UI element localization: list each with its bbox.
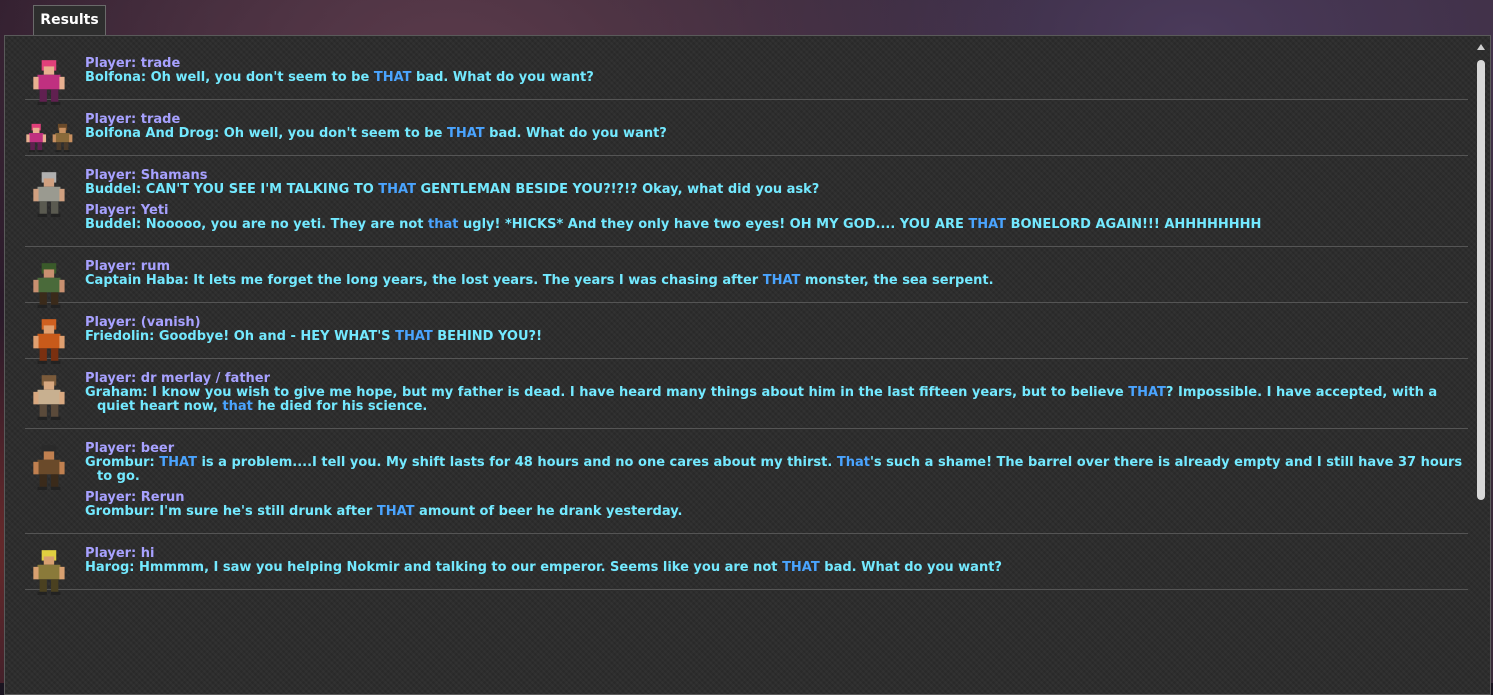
buddel-sprite-icon bbox=[33, 172, 65, 217]
response-text: Buddel: Nooooo, you are no yeti. They ar… bbox=[85, 217, 429, 232]
npc-avatar bbox=[25, 315, 75, 365]
response-text: Harog: Hmmmm, I saw you helping Nokmir a… bbox=[85, 560, 783, 575]
npc-avatar bbox=[25, 259, 75, 309]
result-entry: Player: (vanish) Friedolin: Goodbye! Oh a… bbox=[25, 303, 1468, 364]
response-text: ugly! *HICKS* And they only have two eye… bbox=[458, 217, 969, 232]
grombur-sprite-icon bbox=[33, 445, 65, 490]
highlighted-term: THAT bbox=[378, 182, 416, 197]
dialogue-block: Player: Rerun Grombur: I'm sure he's stil… bbox=[85, 490, 1468, 519]
result-entry: Player: dr merlay / father Graham: I know… bbox=[25, 359, 1468, 429]
result-entry: Player: trade Bolfona: Oh well, you don't… bbox=[25, 44, 1468, 105]
bolfona-sprite-icon bbox=[33, 60, 65, 105]
bolfona-sprite-icon bbox=[26, 123, 47, 153]
npc-response: Captain Haba: It lets me forget the long… bbox=[85, 274, 1468, 288]
player-keyword: Player: Yeti bbox=[85, 203, 169, 218]
player-keyword: Player: trade bbox=[85, 56, 181, 71]
response-text: is a problem....I tell you. My shift las… bbox=[196, 455, 837, 470]
dialogue-block: Player: dr merlay / father Graham: I know… bbox=[85, 371, 1468, 414]
haba-sprite-icon bbox=[33, 263, 65, 308]
highlighted-term: THAT bbox=[159, 455, 197, 470]
npc-response: Bolfona And Drog: Oh well, you don't see… bbox=[85, 127, 1468, 141]
npc-response: Buddel: Nooooo, you are no yeti. They ar… bbox=[85, 218, 1468, 232]
npc-response: Harog: Hmmmm, I saw you helping Nokmir a… bbox=[85, 561, 1468, 575]
player-keyword: Player: dr merlay / father bbox=[85, 371, 271, 386]
scrollbar-thumb[interactable] bbox=[1477, 60, 1485, 500]
player-keyword: Player: rum bbox=[85, 259, 170, 274]
npc-avatar bbox=[25, 546, 75, 596]
player-keyword: Player: beer bbox=[85, 441, 175, 456]
highlighted-term: THAT bbox=[446, 126, 485, 141]
npc-response: Graham: I know you wish to give me hope,… bbox=[85, 386, 1468, 414]
result-entry: Player: trade Bolfona And Drog: Oh well, … bbox=[25, 100, 1468, 156]
response-text: Grombur: bbox=[85, 455, 160, 470]
response-text: amount of beer he drank yesterday. bbox=[414, 504, 683, 519]
dialogue-block: Player: beer Grombur: THAT is a problem..… bbox=[85, 441, 1468, 484]
dialogue-block: Player: Yeti Buddel: Nooooo, you are no y… bbox=[85, 203, 1468, 232]
response-text: bad. What do you want? bbox=[819, 560, 1002, 575]
result-entry: Player: Shamans Buddel: CAN'T YOU SEE I'M… bbox=[25, 156, 1468, 247]
highlighted-term: THAT bbox=[968, 217, 1007, 232]
highlighted-term: That bbox=[836, 455, 870, 470]
response-text: GENTLEMAN BESIDE YOU?!?!? Okay, what did… bbox=[415, 182, 820, 197]
response-text: he died for his science. bbox=[252, 399, 428, 414]
response-text: bad. What do you want? bbox=[411, 70, 594, 85]
results-panel: Player: trade Bolfona: Oh well, you don't… bbox=[4, 35, 1491, 695]
response-text: Buddel: CAN'T YOU SEE I'M TALKING TO bbox=[85, 182, 379, 197]
response-text: Captain Haba: It lets me forget the long… bbox=[85, 273, 763, 288]
response-text: Graham: I know you wish to give me hope,… bbox=[85, 385, 1129, 400]
drog-sprite-icon bbox=[52, 123, 73, 153]
dialogue-block: Player: Shamans Buddel: CAN'T YOU SEE I'M… bbox=[85, 168, 1468, 197]
player-keyword: Player: hi bbox=[85, 546, 155, 561]
scrollbar[interactable] bbox=[1477, 44, 1485, 694]
npc-response: Buddel: CAN'T YOU SEE I'M TALKING TO THA… bbox=[85, 183, 1468, 197]
scroll-up-arrow-icon[interactable] bbox=[1477, 44, 1485, 50]
npc-avatar bbox=[25, 112, 75, 162]
result-entry: Player: hi Harog: Hmmmm, I saw you helpin… bbox=[25, 534, 1468, 595]
result-entry: Player: beer Grombur: THAT is a problem..… bbox=[25, 429, 1468, 534]
response-text: BEHIND YOU?! bbox=[432, 329, 543, 344]
response-text: monster, the sea serpent. bbox=[800, 273, 994, 288]
npc-response: Grombur: THAT is a problem....I tell you… bbox=[85, 456, 1468, 484]
response-text: BONELORD AGAIN!!! AHHHHHHHH bbox=[1006, 217, 1262, 232]
player-keyword: Player: trade bbox=[85, 112, 181, 127]
graham-sprite-icon bbox=[33, 375, 65, 420]
player-keyword: Player: (vanish) bbox=[85, 315, 201, 330]
result-entry: Player: rum Captain Haba: It lets me forg… bbox=[25, 247, 1468, 308]
harog-sprite-icon bbox=[33, 550, 65, 595]
player-keyword: Player: Shamans bbox=[85, 168, 208, 183]
dialogue-block: Player: rum Captain Haba: It lets me forg… bbox=[85, 259, 1468, 288]
npc-response: Friedolin: Goodbye! Oh and - HEY WHAT'S … bbox=[85, 330, 1468, 344]
dialogue-block: Player: trade Bolfona And Drog: Oh well, … bbox=[85, 112, 1468, 141]
response-text: Friedolin: Goodbye! Oh and - HEY WHAT'S bbox=[85, 329, 396, 344]
dialogue-block: Player: trade Bolfona: Oh well, you don't… bbox=[85, 56, 1468, 85]
friedolin-sprite-icon bbox=[33, 319, 65, 364]
highlighted-term: THAT bbox=[1128, 385, 1166, 400]
response-text: bad. What do you want? bbox=[484, 126, 667, 141]
npc-avatar bbox=[25, 168, 75, 218]
tab-results[interactable]: Results bbox=[33, 5, 106, 35]
dialogue-block: Player: hi Harog: Hmmmm, I saw you helpin… bbox=[85, 546, 1468, 575]
response-text: Grombur: I'm sure he's still drunk after bbox=[85, 504, 377, 519]
response-text: Bolfona: Oh well, you don't seem to be bbox=[85, 70, 374, 85]
dialogue-block: Player: (vanish) Friedolin: Goodbye! Oh a… bbox=[85, 315, 1468, 344]
results-list: Player: trade Bolfona: Oh well, you don't… bbox=[25, 44, 1468, 595]
highlighted-term: that bbox=[222, 399, 253, 414]
highlighted-term: THAT bbox=[376, 504, 415, 519]
highlighted-term: THAT bbox=[395, 329, 433, 344]
player-keyword: Player: Rerun bbox=[85, 490, 185, 505]
response-text: Bolfona And Drog: Oh well, you don't see… bbox=[85, 126, 447, 141]
highlighted-term: THAT bbox=[782, 560, 820, 575]
npc-response: Grombur: I'm sure he's still drunk after… bbox=[85, 505, 1468, 519]
highlighted-term: THAT bbox=[373, 70, 412, 85]
highlighted-term: THAT bbox=[762, 273, 801, 288]
npc-avatar bbox=[25, 371, 75, 421]
npc-avatar bbox=[25, 56, 75, 106]
npc-response: Bolfona: Oh well, you don't seem to be T… bbox=[85, 71, 1468, 85]
highlighted-term: that bbox=[428, 217, 459, 232]
npc-avatar bbox=[25, 441, 75, 491]
